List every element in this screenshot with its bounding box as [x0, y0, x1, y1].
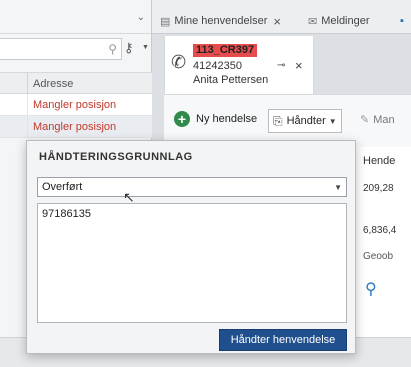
tab-meldinger[interactable]: ✉ Meldinger — [308, 10, 370, 32]
incident-side-panel: Hende 209,28 6,836,4 Geoob ⚲ — [354, 147, 411, 367]
tab-overflow[interactable]: ▪ — [400, 10, 404, 32]
toolbar: + Ny hendelse ⎘ Håndter ▼ ✎ Man — [164, 109, 411, 137]
caller-phone: 41242350 — [193, 60, 242, 72]
dialog-title: Håndteringsgrunnlag — [39, 151, 193, 163]
mail-icon: ✉ — [308, 15, 318, 28]
tab-mine-henvendelser[interactable]: ▤ Mine henvendelser × — [160, 10, 281, 32]
overflow-icon: ▪ — [400, 15, 404, 27]
search-input[interactable]: ⚲ — [0, 38, 122, 60]
column-header-address[interactable]: Adresse — [33, 78, 73, 90]
handling-select[interactable]: Overført ▼ — [37, 177, 347, 197]
close-icon[interactable]: × — [295, 58, 303, 73]
chevron-down-icon[interactable]: ▼ — [142, 44, 149, 51]
left-pane-top: ⌄ — [0, 0, 151, 34]
tab-label: Meldinger — [321, 15, 370, 27]
close-icon[interactable]: × — [273, 14, 281, 29]
row-address: Mangler posisjon — [33, 99, 117, 111]
pin-icon[interactable]: ⊸ — [277, 60, 285, 71]
handle-icon: ⎘ — [273, 113, 283, 128]
tab-label: Mine henvendelser — [174, 15, 268, 27]
table-row[interactable]: Mangler posisjon — [0, 116, 152, 138]
geo-label: Geoob — [363, 251, 394, 262]
caller-name: Anita Pettersen — [193, 74, 269, 86]
textarea-value: 97186135 — [42, 208, 91, 220]
coordinate-value: 209,28 — [363, 183, 394, 194]
side-label: Hende — [363, 155, 396, 167]
row-address: Mangler posisjon — [33, 121, 117, 133]
call-panel: ✆ 113_CR397 41242350 Anita Pettersen ⊸ × — [164, 36, 314, 94]
manual-button[interactable]: ✎ Man — [360, 113, 395, 127]
manual-label: Man — [373, 113, 395, 126]
column-divider — [27, 73, 28, 94]
column-divider — [27, 94, 28, 116]
new-incident-label: Ny hendelse — [196, 113, 258, 125]
plus-icon: + — [174, 111, 190, 127]
key-icon[interactable]: ⚷ — [124, 40, 134, 56]
tab-bar: ▤ Mine henvendelser × ✉ Meldinger ▪ — [152, 0, 411, 34]
handle-label: Håndter — [286, 115, 326, 127]
chevron-down-icon[interactable]: ⌄ — [137, 12, 145, 23]
chevron-down-icon[interactable]: ▼ — [334, 183, 342, 192]
case-id: 113_CR397 — [193, 44, 258, 57]
list-icon: ▤ — [160, 15, 171, 28]
table-header: Adresse — [0, 72, 152, 94]
coordinate-value: 6,836,4 — [363, 225, 397, 236]
handling-textarea[interactable]: 97186135 — [37, 203, 347, 323]
location-pin-icon[interactable]: ⚲ — [365, 279, 377, 299]
new-incident-button[interactable]: + Ny hendelse — [174, 111, 257, 127]
select-value: Overført — [42, 181, 83, 193]
column-divider — [27, 116, 28, 138]
pen-icon: ✎ — [360, 114, 370, 126]
phone-icon: ✆ — [171, 52, 187, 72]
chevron-down-icon: ▼ — [328, 116, 337, 126]
search-icon[interactable]: ⚲ — [108, 42, 117, 56]
handle-button[interactable]: ⎘ Håndter ▼ — [268, 109, 342, 133]
handle-inquiry-button[interactable]: Håndter henvendelse — [219, 329, 347, 351]
table-row[interactable]: Mangler posisjon — [0, 94, 152, 116]
handling-dialog: Håndteringsgrunnlag Overført ▼ ↖ 9718613… — [26, 140, 356, 354]
